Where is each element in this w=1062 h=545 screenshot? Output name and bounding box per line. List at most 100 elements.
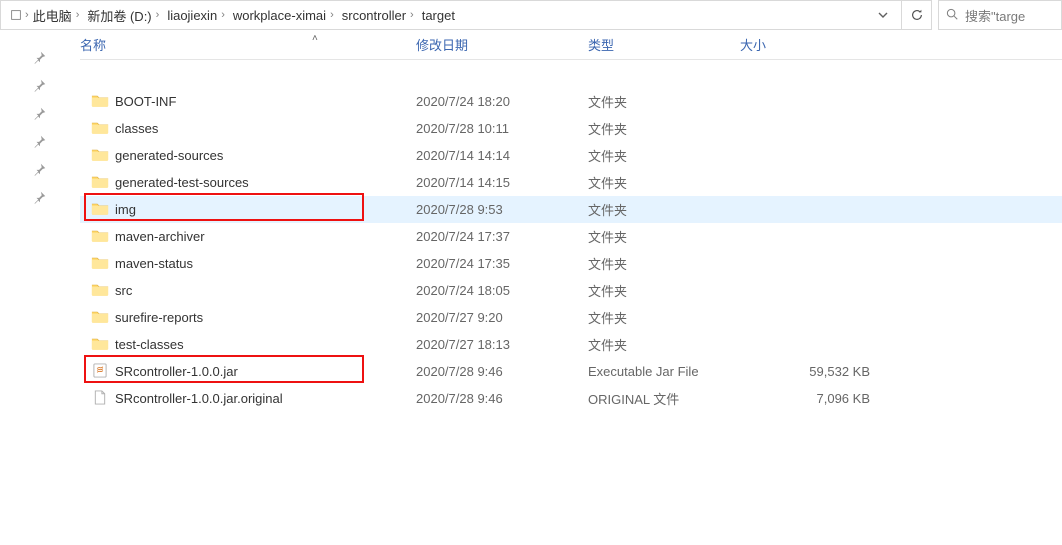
folder-icon <box>91 120 109 138</box>
file-type: 文件夹 <box>588 227 627 246</box>
address-dropdown-button[interactable] <box>871 9 895 21</box>
file-name: generated-sources <box>115 148 223 163</box>
file-type: 文件夹 <box>588 119 627 138</box>
folder-icon <box>91 309 109 327</box>
folder-row[interactable]: img 2020/7/28 9:53 文件夹 <box>80 196 1062 223</box>
folder-row[interactable]: test-classes 2020/7/27 18:13 文件夹 <box>80 331 1062 358</box>
file-name: SRcontroller-1.0.0.jar <box>115 364 238 379</box>
column-header-type[interactable]: 类型 <box>588 35 614 54</box>
file-name: classes <box>115 121 158 136</box>
file-date: 2020/7/28 9:46 <box>416 391 503 406</box>
chevron-right-icon[interactable]: › <box>76 10 80 21</box>
column-headers: ˄ 名称 修改日期 类型 大小 <box>80 30 1062 60</box>
file-date: 2020/7/27 18:13 <box>416 337 510 352</box>
breadcrumb-item[interactable]: liaojiexin› <box>165 8 227 23</box>
file-name: src <box>115 283 132 298</box>
folder-row[interactable]: classes 2020/7/28 10:11 文件夹 <box>80 115 1062 142</box>
quick-access-gutter <box>0 30 80 545</box>
address-bar[interactable]: › 此电脑› 新加卷 (D:)› liaojiexin› workplace-x… <box>0 0 902 30</box>
file-name: img <box>115 202 136 217</box>
file-date: 2020/7/24 18:05 <box>416 283 510 298</box>
pin-icon[interactable] <box>33 106 47 120</box>
folder-row[interactable]: generated-test-sources 2020/7/14 14:15 文件夹 <box>80 169 1062 196</box>
file-name: SRcontroller-1.0.0.jar.original <box>115 391 283 406</box>
folder-row[interactable]: src 2020/7/24 18:05 文件夹 <box>80 277 1062 304</box>
file-type: ORIGINAL 文件 <box>588 389 679 408</box>
file-date: 2020/7/24 18:20 <box>416 94 510 109</box>
search-icon <box>945 7 959 24</box>
folder-row[interactable]: generated-sources 2020/7/14 14:14 文件夹 <box>80 142 1062 169</box>
file-type: 文件夹 <box>588 335 627 354</box>
refresh-button[interactable] <box>902 0 932 30</box>
file-type: 文件夹 <box>588 308 627 327</box>
folder-icon <box>91 228 109 246</box>
file-date: 2020/7/24 17:37 <box>416 229 510 244</box>
sort-caret-icon: ˄ <box>312 33 318 44</box>
folder-icon <box>91 282 109 300</box>
chevron-right-icon[interactable]: › <box>221 10 225 21</box>
breadcrumb-item[interactable]: 新加卷 (D:) › <box>85 6 161 25</box>
breadcrumb-item[interactable]: workplace-ximai › <box>231 8 336 23</box>
breadcrumb-item[interactable]: 此电脑 › <box>31 6 82 25</box>
file-date: 2020/7/28 10:11 <box>416 121 509 136</box>
file-name: maven-archiver <box>115 229 205 244</box>
folder-row[interactable]: maven-status 2020/7/24 17:35 文件夹 <box>80 250 1062 277</box>
file-type: 文件夹 <box>588 92 627 111</box>
file-type: Executable Jar File <box>588 364 699 379</box>
file-type: 文件夹 <box>588 200 627 219</box>
file-date: 2020/7/28 9:46 <box>416 364 503 379</box>
column-header-name[interactable]: 名称 <box>80 35 106 54</box>
breadcrumb: 此电脑 › 新加卷 (D:) › liaojiexin› workplace-xim… <box>31 6 871 25</box>
folder-icon <box>91 147 109 165</box>
folder-row[interactable]: surefire-reports2020/7/27 9:20文件夹 <box>80 304 1062 331</box>
folder-icon <box>91 174 109 192</box>
history-recent-icon[interactable]: › <box>7 8 31 22</box>
jar-file-icon <box>91 363 109 381</box>
file-name: test-classes <box>115 337 184 352</box>
pin-icon[interactable] <box>33 134 47 148</box>
file-icon <box>91 390 109 408</box>
pin-icon[interactable] <box>33 78 47 92</box>
file-name: maven-status <box>115 256 193 271</box>
file-date: 2020/7/27 9:20 <box>416 310 503 325</box>
chevron-right-icon[interactable]: › <box>156 10 160 21</box>
file-list: BOOT-INF 2020/7/24 18:20 文件夹 classes 2020/7/… <box>80 60 1062 412</box>
breadcrumb-label: srcontroller <box>342 8 406 23</box>
breadcrumb-label: target <box>422 8 455 23</box>
file-date: 2020/7/24 17:35 <box>416 256 510 271</box>
file-date: 2020/7/14 14:15 <box>416 175 510 190</box>
file-date: 2020/7/28 9:53 <box>416 202 503 217</box>
breadcrumb-label: 新加卷 (D:) <box>87 6 151 25</box>
search-placeholder: 搜索"targe <box>965 6 1025 25</box>
search-input[interactable]: 搜索"targe <box>938 0 1062 30</box>
folder-icon <box>91 336 109 354</box>
folder-row[interactable]: BOOT-INF 2020/7/24 18:20 文件夹 <box>80 88 1062 115</box>
breadcrumb-item[interactable]: srcontroller › <box>340 8 416 23</box>
file-size: 59,532 KB <box>740 364 870 379</box>
folder-row[interactable]: maven-archiver 2020/7/24 17:37 文件夹 <box>80 223 1062 250</box>
chevron-right-icon[interactable]: › <box>330 10 334 21</box>
folder-icon <box>91 201 109 219</box>
column-header-size[interactable]: 大小 <box>740 35 766 54</box>
folder-icon <box>91 93 109 111</box>
breadcrumb-item[interactable]: target <box>420 8 457 23</box>
file-size: 7,096 KB <box>740 391 870 406</box>
file-type: 文件夹 <box>588 254 627 273</box>
chevron-right-icon[interactable]: › <box>410 10 414 21</box>
file-name: BOOT-INF <box>115 94 176 109</box>
breadcrumb-label: workplace-ximai <box>233 8 326 23</box>
file-row[interactable]: SRcontroller-1.0.0.jar.original 2020/7/28… <box>80 385 1062 412</box>
file-type: 文件夹 <box>588 173 627 192</box>
file-name: generated-test-sources <box>115 175 249 190</box>
file-type: 文件夹 <box>588 281 627 300</box>
column-header-date[interactable]: 修改日期 <box>416 35 468 54</box>
pin-icon[interactable] <box>33 50 47 64</box>
breadcrumb-label: 此电脑 <box>33 6 72 25</box>
file-row[interactable]: SRcontroller-1.0.0.jar 2020/7/28 9:46 Exec… <box>80 358 1062 385</box>
refresh-icon <box>910 8 924 22</box>
folder-icon <box>91 255 109 273</box>
pin-icon[interactable] <box>33 162 47 176</box>
file-type: 文件夹 <box>588 146 627 165</box>
file-date: 2020/7/14 14:14 <box>416 148 510 163</box>
pin-icon[interactable] <box>33 190 47 204</box>
